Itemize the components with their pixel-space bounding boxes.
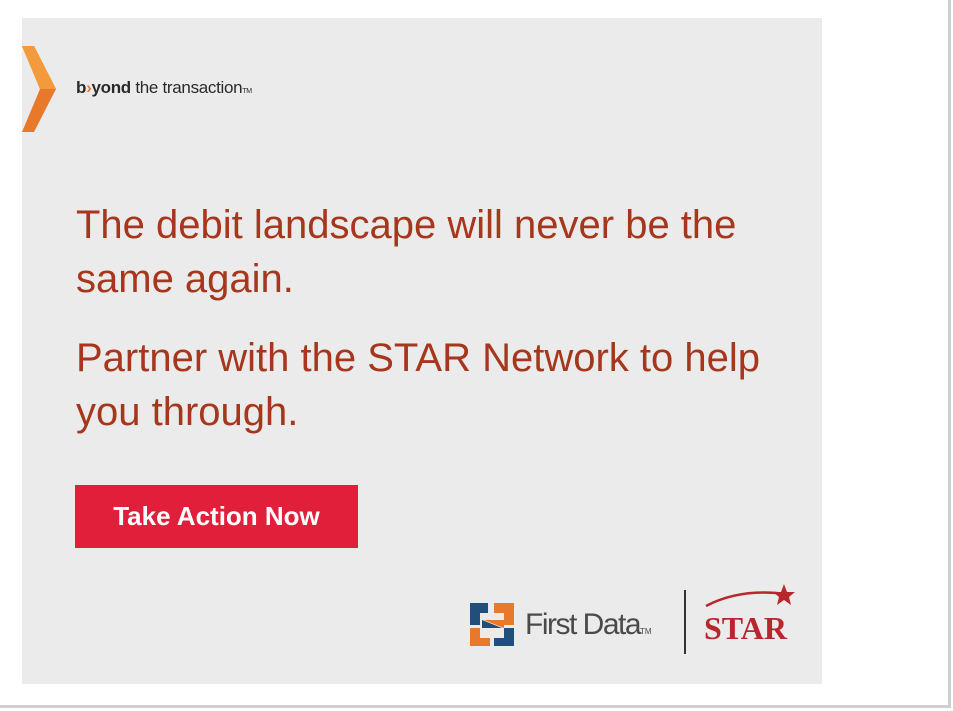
brand-tagline: b›yond the transactionTM xyxy=(76,78,252,98)
tagline-yond: yond xyxy=(91,78,131,97)
tagline-rest: the transaction xyxy=(130,78,243,97)
star-logo-icon: STAR xyxy=(704,584,795,644)
ad-frame: b›yond the transactionTM The debit lands… xyxy=(0,0,951,708)
chevron-icon xyxy=(22,46,56,132)
take-action-now-button[interactable]: Take Action Now xyxy=(75,485,358,548)
tagline-trademark: TM xyxy=(242,88,252,95)
first-data-trademark: TM xyxy=(640,627,652,636)
first-data-name: First Data xyxy=(525,608,642,641)
display-ad[interactable]: b›yond the transactionTM The debit lands… xyxy=(22,18,822,684)
first-data-logo-icon xyxy=(470,603,514,646)
first-data-wordmark: First DataTM xyxy=(525,608,652,642)
star-logo-text: STAR xyxy=(704,610,788,644)
ad-headline: The debit landscape will never be the sa… xyxy=(76,203,737,301)
logo-divider xyxy=(684,590,686,654)
ad-subhead: Partner with the STAR Network to help yo… xyxy=(76,336,760,434)
tagline-b: b xyxy=(76,78,87,97)
